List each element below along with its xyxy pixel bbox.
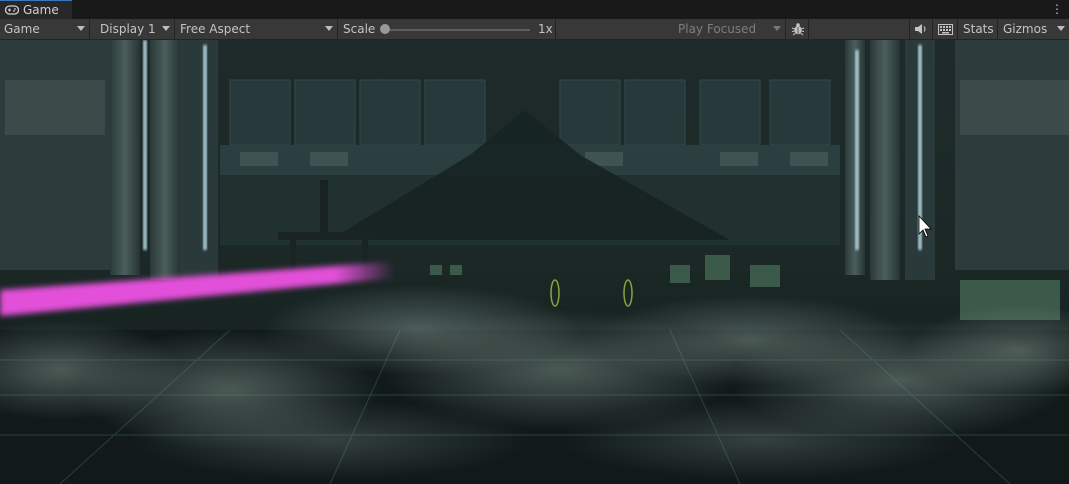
play-mode-value: Play Focused [678,22,757,36]
scale-slider-track[interactable] [384,29,530,31]
gizmos-dropdown[interactable]: Gizmos [999,19,1069,39]
aspect-select-dropdown[interactable]: Free Aspect [176,19,338,39]
window-tab-bar: Game ⋮ [0,0,1069,19]
display-select-value: Display 1 [100,22,156,36]
scale-label: Scale [343,22,376,36]
bug-icon [791,23,804,36]
chevron-down-icon [1057,26,1065,31]
keyboard-icon [938,23,953,35]
speaker-icon [915,24,926,34]
tab-game[interactable]: Game [0,0,72,19]
view-select-dropdown[interactable]: Game [0,19,90,39]
display-select-dropdown[interactable]: Display 1 [96,19,175,39]
stats-toggle-button[interactable]: Stats [959,19,998,39]
gamepad-icon [5,5,19,15]
chevron-down-icon [77,26,85,31]
keyboard-shortcuts-button[interactable] [934,19,958,39]
gizmos-label: Gizmos [1003,22,1048,36]
bug-button[interactable] [787,19,809,39]
stats-label: Stats [963,22,994,36]
chevron-down-icon [325,26,333,31]
kebab-menu-icon[interactable]: ⋮ [1051,2,1063,16]
chevron-down-icon [162,26,170,31]
game-view-toolbar: Game Display 1 Free Aspect Scale 1x Play… [0,19,1069,40]
mute-audio-button[interactable] [909,19,933,39]
aspect-select-value: Free Aspect [180,22,251,36]
view-select-value: Game [4,22,40,36]
chevron-down-icon [773,26,781,31]
play-mode-dropdown[interactable]: Play Focused [674,19,786,39]
game-viewport[interactable] [0,40,1069,484]
scale-value: 1x [538,22,553,36]
tab-label: Game [23,3,59,17]
scale-slider-handle[interactable] [380,24,390,34]
scene-render [0,40,1069,484]
